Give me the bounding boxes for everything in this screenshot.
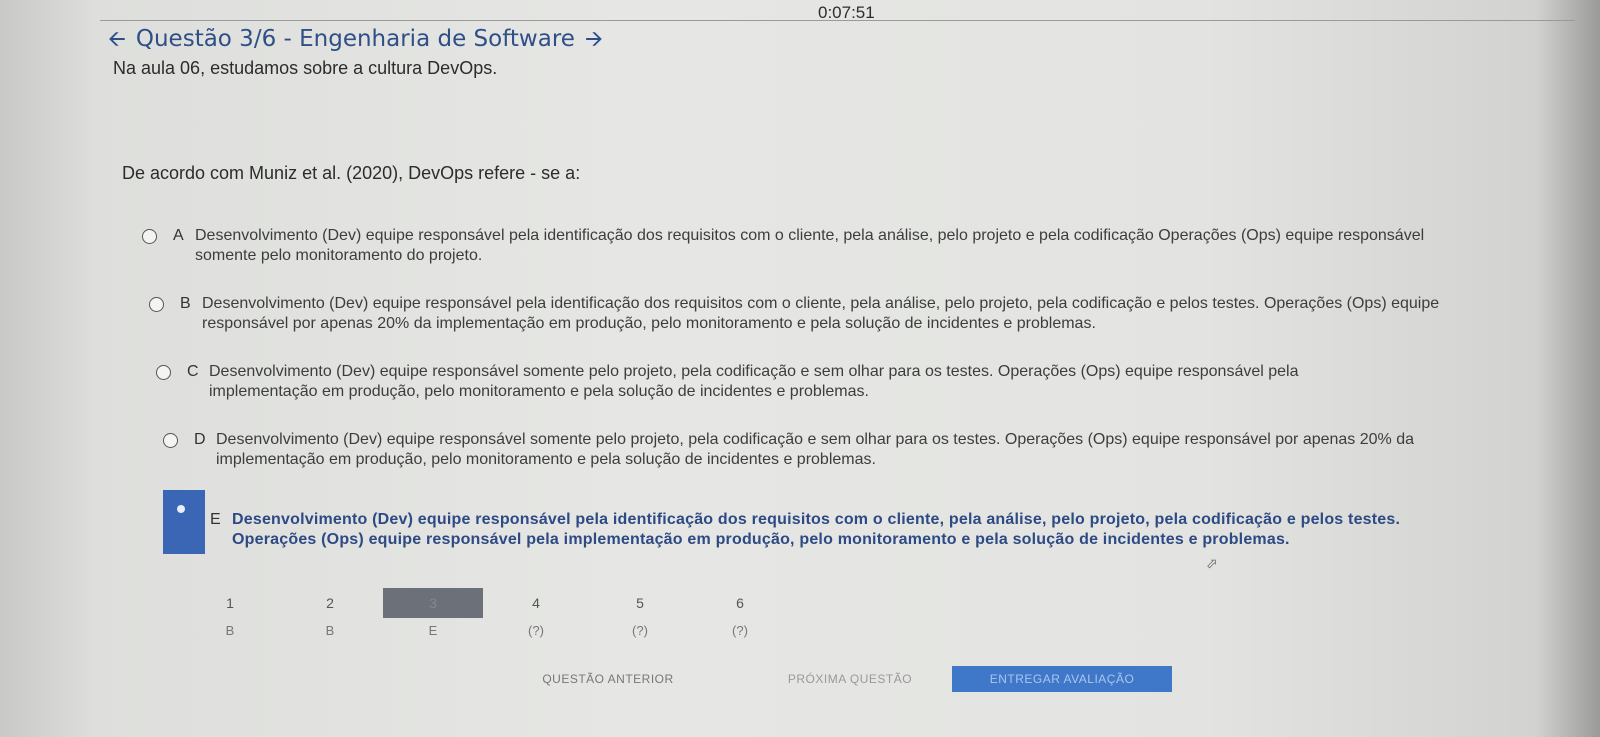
intro-text: Na aula 06, estudamos sobre a cultura De… [113,58,498,78]
mouse-cursor-icon: ⬀ [1206,555,1218,571]
option-e[interactable]: E Desenvolvimento (Dev) equipe responsáv… [210,510,1430,550]
option-text: Desenvolvimento (Dev) equipe responsável… [209,363,1299,400]
question-header: 🡨 Questão 3/6 - Engenharia de Software 🡪 [108,24,603,54]
timer: 0:07:51 [818,3,875,22]
question-nav-item[interactable]: 4 [486,588,586,618]
arrow-right-icon[interactable]: 🡪 [585,28,603,50]
option-a[interactable]: A Desenvolvimento (Dev) equipe responsáv… [142,226,1462,266]
question-nav-answer: B [225,623,235,638]
question-nav-item[interactable]: 5 [590,588,690,618]
radio-icon[interactable] [142,229,157,244]
option-text: Desenvolvimento (Dev) equipe responsável… [195,227,1425,264]
question-nav-answer: B [325,623,335,638]
option-text: Desenvolvimento (Dev) equipe responsável… [232,511,1401,548]
radio-icon[interactable] [156,365,171,380]
next-question-button[interactable]: PRÓXIMA QUESTÃO [770,666,930,692]
question-nav-item-active[interactable]: 3 [383,588,483,618]
option-text: Desenvolvimento (Dev) equipe responsável… [216,431,1415,468]
page-title: Questão 3/6 - Engenharia de Software [135,26,575,52]
submit-assessment-button[interactable]: ENTREGAR AVALIAÇÃO [952,666,1172,692]
question-nav-item[interactable]: 2 [280,588,380,618]
option-letter: E [210,511,221,528]
arrow-left-icon[interactable]: 🡨 [108,28,126,50]
question-nav-item[interactable]: 6 [690,588,790,618]
question-nav-answer: E [428,623,438,638]
radio-icon[interactable] [163,433,178,448]
question-text: De acordo com Muniz et al. (2020), DevOp… [122,163,581,183]
radio-icon[interactable] [149,297,164,312]
option-b[interactable]: B Desenvolvimento (Dev) equipe responsáv… [149,294,1494,334]
option-d[interactable]: D Desenvolvimento (Dev) equipe responsáv… [163,430,1473,470]
question-nav-item[interactable]: 1 [180,588,280,618]
option-letter: B [180,295,191,312]
option-letter: C [187,363,199,380]
question-nav-answer: (?) [732,623,748,638]
option-c[interactable]: C Desenvolvimento (Dev) equipe responsáv… [156,362,1396,402]
previous-question-button[interactable]: QUESTÃO ANTERIOR [528,666,688,692]
question-nav-answer: (?) [632,623,648,638]
selected-indicator [163,490,205,554]
question-nav-answer: (?) [528,623,544,638]
option-letter: A [173,227,184,244]
option-letter: D [194,431,206,448]
radio-selected-icon[interactable] [177,505,185,513]
option-text: Desenvolvimento (Dev) equipe responsável… [202,295,1440,332]
